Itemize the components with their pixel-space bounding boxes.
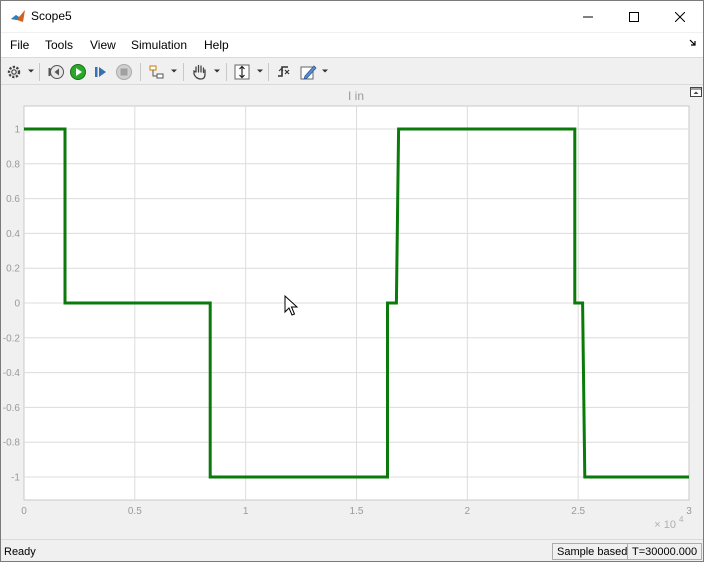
toolbar-separator — [183, 63, 184, 81]
y-tick-label: 0.8 — [6, 159, 20, 170]
menu-bar: File Tools View Simulation Help — [1, 33, 703, 57]
stop-button[interactable] — [113, 61, 135, 83]
y-tick-label: 0.2 — [6, 264, 20, 275]
pan-button[interactable] — [189, 61, 211, 83]
y-tick-label: 0.4 — [6, 229, 20, 240]
menu-view[interactable]: View — [90, 38, 116, 52]
maximize-button[interactable] — [611, 1, 657, 32]
title-bar[interactable]: Scope5 — [1, 1, 703, 32]
play-icon — [70, 64, 86, 80]
highlight-block-button[interactable] — [146, 61, 168, 83]
configuration-button[interactable] — [3, 61, 25, 83]
undock-button[interactable] — [690, 86, 702, 97]
y-tick-label: -0.6 — [3, 403, 21, 414]
step-back-icon — [48, 65, 64, 79]
scope-plot[interactable]: 0 0.5 1 1.5 2 2.5 3 1 0.8 0.6 0.4 0.2 0 -0.2 -0.4 -0.6 -… — [1, 85, 703, 539]
undock-icon — [690, 87, 702, 97]
x-tick-label: 0 — [21, 506, 27, 517]
minimize-button[interactable] — [565, 1, 611, 32]
x-exponent-label: × 10 — [654, 519, 676, 531]
y-tick-label: -0.2 — [3, 333, 21, 344]
toolbar-separator — [226, 63, 227, 81]
triggers-button[interactable] — [273, 61, 295, 83]
x-tick-label: 2.5 — [571, 506, 585, 517]
simulation-time: T=30000.000 — [627, 543, 703, 560]
y-tick-label: -0.4 — [3, 368, 21, 379]
toolbar-separator — [39, 63, 40, 81]
x-tick-label: 2 — [465, 506, 471, 517]
status-bar: Ready Sample based T=30000.000 — [1, 539, 703, 561]
menu-help[interactable]: Help — [204, 38, 229, 52]
matlab-logo-icon — [11, 10, 25, 22]
gear-icon — [7, 65, 21, 79]
toolbar-separator — [268, 63, 269, 81]
x-tick-label: 0.5 — [128, 506, 142, 517]
x-tick-label: 3 — [686, 506, 692, 517]
chevron-down-icon[interactable] — [322, 68, 328, 74]
maximize-icon — [629, 11, 639, 22]
collapse-menu-icon[interactable] — [689, 39, 697, 47]
toolbar — [1, 57, 703, 85]
x-exponent-value: 4 — [679, 515, 684, 524]
chevron-down-icon[interactable] — [214, 68, 220, 74]
hand-icon — [193, 64, 206, 80]
menu-tools[interactable]: Tools — [45, 38, 73, 52]
chevron-down-icon[interactable] — [28, 68, 34, 74]
window-title: Scope5 — [31, 9, 72, 23]
scope-window: Scope5 File Tools View Simulation Help 0… — [0, 0, 704, 562]
style-button[interactable] — [297, 61, 319, 83]
y-tick-label: -0.8 — [3, 438, 21, 449]
status-ready: Ready — [4, 546, 36, 558]
toolbar-separator — [140, 63, 141, 81]
close-icon — [675, 11, 685, 22]
step-forward-icon — [95, 67, 106, 77]
menu-simulation[interactable]: Simulation — [131, 38, 187, 52]
edit-style-icon — [300, 65, 317, 80]
x-tick-label: 1.5 — [350, 506, 364, 517]
sample-mode-indicator: Sample based — [552, 543, 633, 560]
x-tick-label: 1 — [243, 506, 249, 517]
chevron-down-icon[interactable] — [257, 68, 263, 74]
y-tick-label: 1 — [14, 125, 20, 136]
y-tick-label: 0 — [14, 299, 20, 310]
stop-icon — [116, 64, 132, 80]
minimize-icon — [583, 16, 593, 17]
step-back-button[interactable] — [45, 61, 67, 83]
trigger-icon — [278, 66, 290, 77]
scale-y-button[interactable] — [231, 61, 253, 83]
close-button[interactable] — [657, 1, 703, 32]
y-tick-label: -1 — [11, 473, 20, 484]
chevron-down-icon[interactable] — [171, 68, 177, 74]
block-diagram-icon — [149, 65, 164, 79]
scale-axes-icon — [234, 64, 250, 80]
plot-title: I in — [348, 89, 364, 103]
y-tick-label: 0.6 — [6, 194, 20, 205]
run-button[interactable] — [67, 61, 89, 83]
menu-file[interactable]: File — [10, 38, 29, 52]
step-forward-button[interactable] — [90, 61, 112, 83]
plot-area[interactable]: 0 0.5 1 1.5 2 2.5 3 1 0.8 0.6 0.4 0.2 0 -0.2 -0.4 -0.6 -… — [1, 85, 703, 539]
